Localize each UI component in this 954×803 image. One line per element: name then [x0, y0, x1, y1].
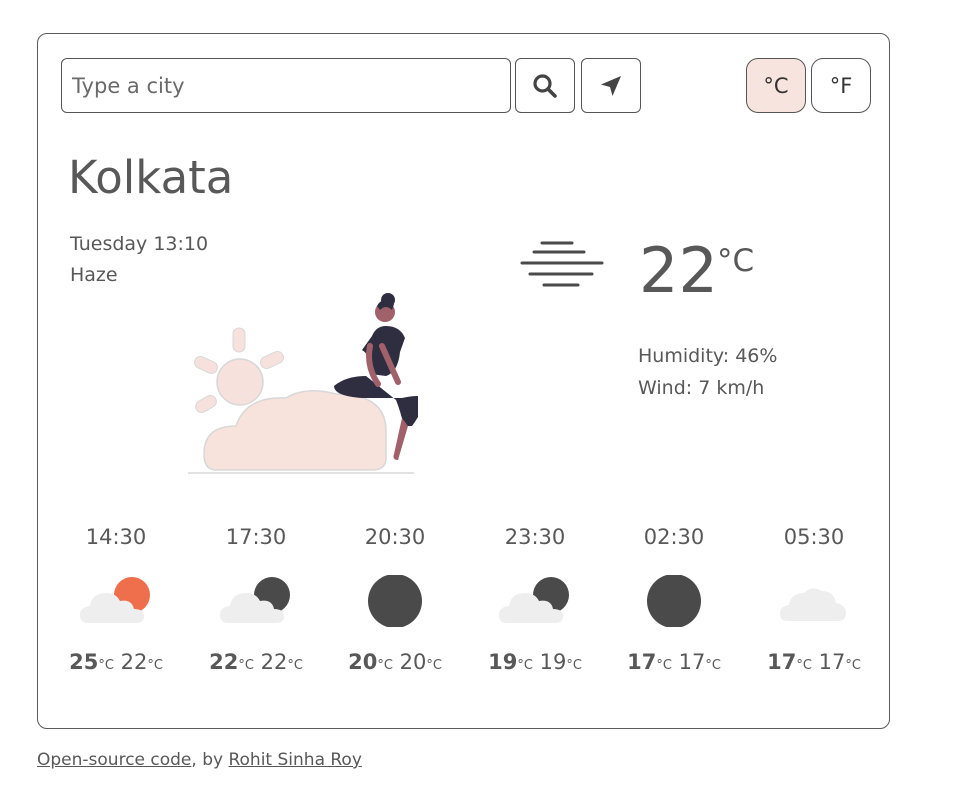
search-button[interactable] [515, 58, 575, 113]
partly-cloudy-day-icon [80, 577, 150, 623]
forecast-item: 23:30 19°C 19°C [465, 522, 605, 679]
forecast-min: 19 [539, 650, 567, 674]
forecast-time: 05:30 [783, 525, 845, 549]
forecast-item: 02:30 17°C 17°C [604, 522, 744, 679]
forecast-min: 20 [399, 650, 427, 674]
forecast-min: 17 [678, 650, 706, 674]
partly-cloudy-night-icon [220, 577, 290, 623]
author-link[interactable]: Rohit Sinha Roy [228, 750, 361, 770]
wind: Wind: 7 km/h [638, 377, 765, 399]
forecast-time: 02:30 [643, 525, 705, 549]
forecast-unit: °C [845, 658, 861, 673]
forecast-time: 17:30 [225, 525, 287, 549]
forecast-item: 05:30 17°C 17°C [744, 522, 884, 679]
weather-description: Haze [70, 264, 118, 286]
forecast-unit: °C [656, 658, 672, 673]
fahrenheit-button[interactable]: °F [811, 58, 871, 113]
footer: Open-source code, by Rohit Sinha Roy [37, 748, 362, 772]
forecast-time: 14:30 [85, 525, 147, 549]
date-time: Tuesday 13:10 [70, 233, 209, 255]
forecast-unit: °C [377, 658, 393, 673]
forecast-item: 20:30 20°C 20°C [325, 522, 465, 679]
forecast-time: 23:30 [504, 525, 566, 549]
forecast-item: 14:30 25°C 22°C [46, 522, 186, 679]
forecast-min: 17 [818, 650, 846, 674]
search-icon [533, 73, 557, 98]
humidity: Humidity: 46% [638, 345, 778, 367]
forecast-unit: °C [238, 658, 254, 673]
forecast-max: 22 [209, 650, 239, 674]
current-location-button[interactable] [581, 58, 641, 113]
forecast-unit: °C [426, 658, 442, 673]
location-arrow-icon [601, 75, 621, 96]
footer-by-text: , by [191, 750, 229, 770]
source-code-link[interactable]: Open-source code [37, 750, 191, 770]
celsius-button[interactable]: °C [746, 58, 806, 113]
forecast-unit: °C [287, 658, 303, 673]
partly-cloudy-night-icon [499, 577, 569, 623]
clear-night-icon [647, 575, 701, 627]
city-name: Kolkata [68, 151, 234, 204]
cloudy-icon [780, 588, 846, 621]
forecast-item: 17:30 22°C 22°C [186, 522, 326, 679]
forecast-min: 22 [260, 650, 288, 674]
weather-card: °C °F Kolkata Tuesday 13:10 Haze 22 °C H… [37, 33, 890, 729]
forecast-time: 20:30 [364, 525, 426, 549]
forecast-unit: °C [566, 658, 582, 673]
forecast-max: 17 [767, 650, 797, 674]
forecast-max: 25 [69, 650, 99, 674]
forecast-unit: °C [517, 658, 533, 673]
forecast-unit: °C [796, 658, 812, 673]
forecast-max: 19 [488, 650, 518, 674]
forecast-unit: °C [98, 658, 114, 673]
clear-night-icon [368, 575, 422, 627]
forecast-unit: °C [147, 658, 163, 673]
forecast-max: 20 [348, 650, 378, 674]
search-input[interactable] [61, 58, 511, 113]
haze-icon [520, 241, 604, 287]
temperature-unit: °C [717, 243, 755, 279]
forecast-min: 22 [120, 650, 148, 674]
current-temperature: 22 [639, 234, 718, 307]
weather-illustration [188, 293, 418, 474]
forecast-max: 17 [627, 650, 657, 674]
forecast-unit: °C [705, 658, 721, 673]
